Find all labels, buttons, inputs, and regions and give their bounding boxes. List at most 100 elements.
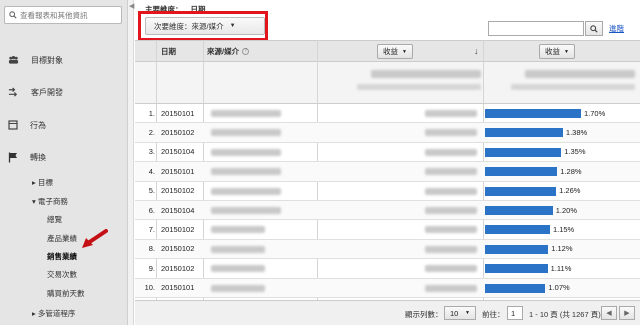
sort-desc-icon[interactable]: ↓ (474, 46, 479, 56)
row-index: 2. (148, 128, 155, 138)
sidebar-item-time-to-purchase[interactable]: 購買前天數 (47, 288, 85, 299)
chevron-down-icon: ▼ (402, 48, 407, 55)
sidebar-item-label: 客戶開發 (31, 87, 63, 97)
metric-select-revenue-2[interactable]: 收益 ▼ (539, 44, 575, 59)
revenue-share-bar (485, 186, 557, 196)
date-cell[interactable]: 20150104 (161, 201, 194, 219)
blurred-total (525, 70, 635, 78)
blurred-revenue (425, 265, 477, 273)
revenue-share-percent: 1.35% (564, 147, 586, 157)
revenue-share-percent: 1.07% (548, 283, 570, 293)
blurred-source-medium[interactable] (211, 245, 265, 253)
next-page-button[interactable]: ▶ (619, 306, 635, 320)
blurred-source-medium[interactable] (211, 284, 265, 292)
sidebar-item-product-performance[interactable]: 產品業績 (47, 233, 77, 244)
date-cell[interactable]: 20150101 (161, 162, 194, 180)
blurred-source-medium[interactable] (211, 207, 281, 214)
row-index: 6. (148, 205, 155, 215)
revenue-share-bar (485, 283, 546, 293)
blurred-source-medium[interactable] (211, 148, 281, 156)
search-icon (590, 24, 598, 33)
blurred-revenue (425, 129, 477, 137)
revenue-share-bar (485, 167, 558, 177)
date-cell[interactable]: 20150102 (161, 240, 194, 258)
people-icon (8, 56, 19, 64)
row-index: 10. (144, 283, 155, 293)
rows-per-page-label: 顯示列數： (405, 310, 443, 319)
sidebar-item-goals[interactable]: ▸ 目標 (32, 177, 53, 188)
row-index: 5. (148, 186, 155, 196)
search-placeholder: 查看報表和其他資訊 (20, 10, 88, 20)
revenue-share-percent: 1.70% (584, 108, 606, 118)
help-icon[interactable]: ? (242, 47, 250, 55)
collapse-sidebar-icon[interactable]: ◀ (129, 2, 134, 10)
chevron-down-icon: ▼ (564, 48, 569, 55)
blurred-source-medium[interactable] (211, 187, 281, 195)
revenue-share-bar (485, 128, 563, 138)
blurred-revenue (425, 207, 477, 214)
report-main: 主要維度： 日期 次要維度：來源/媒介 ▼ 進階 日期 來源/媒介 ? 收益 ▼ ↓… (135, 0, 640, 325)
blurred-source-medium[interactable] (211, 129, 281, 137)
table-row: 10. 20150101 1.07% (135, 278, 640, 298)
table-row: 7. 20150102 1.15% (135, 220, 640, 240)
blurred-source-medium[interactable] (211, 110, 281, 117)
sidebar-item-conversions[interactable]: 轉換 (0, 147, 127, 167)
revenue-share-percent: 1.26% (559, 186, 581, 196)
sidebar-item-behavior[interactable]: 行為 (0, 115, 127, 135)
table-filter-input[interactable] (488, 21, 584, 36)
blurred-source-medium[interactable] (211, 168, 281, 176)
sidebar-item-sales-performance[interactable]: 銷售業績 (47, 251, 77, 262)
sidebar-divider[interactable] (128, 0, 134, 325)
row-index: 9. (148, 263, 155, 273)
revenue-share-bar (485, 225, 550, 235)
blurred-revenue (425, 284, 477, 292)
blurred-source-medium[interactable] (211, 226, 265, 234)
sidebar-item-label: 行為 (30, 120, 46, 130)
flag-icon (8, 152, 17, 162)
table-row: 9. 20150102 1.11% (135, 259, 640, 279)
revenue-share-bar (485, 147, 562, 157)
revenue-share-percent: 1.38% (565, 128, 588, 138)
column-header-source-medium[interactable]: 來源/媒介 (203, 46, 239, 57)
row-index: 7. (148, 225, 155, 235)
chevron-left-icon: ◀ (606, 310, 612, 317)
revenue-share-percent: 1.12% (551, 244, 573, 254)
row-index: 4. (148, 166, 155, 176)
revenue-share-percent: 1.11% (550, 263, 572, 273)
chevron-down-icon: ▼ (465, 310, 470, 316)
advanced-filter-link[interactable]: 進階 (609, 23, 624, 34)
column-header-date[interactable]: 日期 (157, 46, 176, 57)
revenue-share-bar (485, 206, 553, 215)
sidebar-item-ecommerce[interactable]: ▾ 電子商務 (32, 196, 68, 207)
sidebar-item-transactions[interactable]: 交易次數 (47, 269, 77, 280)
date-cell[interactable]: 20150102 (161, 123, 194, 141)
date-cell[interactable]: 20150104 (161, 143, 194, 161)
revenue-share-bar (485, 109, 581, 118)
sidebar-item-acquisition[interactable]: 客戶開發 (0, 82, 127, 102)
sidebar-item-overview[interactable]: 總覽 (47, 214, 62, 225)
blurred-revenue (425, 168, 477, 176)
table-footer: 顯示列數： 10 ▼ 前往： 1 1 - 10 頁 (共 1267 頁) ◀ ▶ (135, 300, 640, 325)
sidebar-item-multi-channel[interactable]: ▸ 多管道程序 (32, 308, 75, 319)
blurred-revenue (425, 110, 477, 117)
report-search-input[interactable]: 查看報表和其他資訊 (4, 6, 122, 24)
metric-select-revenue-1[interactable]: 收益 ▼ (377, 44, 413, 59)
sidebar-item-label: 目標對象 (31, 55, 63, 65)
date-cell[interactable]: 20150102 (161, 259, 194, 277)
date-cell[interactable]: 20150102 (161, 182, 194, 200)
sidebar-item-audience[interactable]: 目標對象 (0, 50, 127, 70)
table-row: 5. 20150102 1.26% (135, 182, 640, 201)
date-cell[interactable]: 20150101 (161, 104, 194, 122)
sidebar-item-label: 轉換 (30, 152, 46, 162)
blurred-source-medium[interactable] (211, 265, 265, 273)
rows-per-page-select[interactable]: 10 ▼ (444, 306, 476, 320)
blurred-revenue (425, 148, 477, 156)
date-cell[interactable]: 20150102 (161, 220, 194, 238)
prev-page-button[interactable]: ◀ (601, 306, 617, 320)
table-row: 2. 20150102 1.38% (135, 123, 640, 143)
red-pointer-arrow-icon (82, 229, 108, 248)
filter-search-button[interactable] (585, 21, 603, 36)
goto-page-input[interactable]: 1 (507, 306, 523, 320)
sidebar: 查看報表和其他資訊 目標對象 客戶開發 行為 轉換 ▸ 目標 ▾ 電子商務 總覽… (0, 0, 128, 325)
date-cell[interactable]: 20150101 (161, 279, 194, 297)
